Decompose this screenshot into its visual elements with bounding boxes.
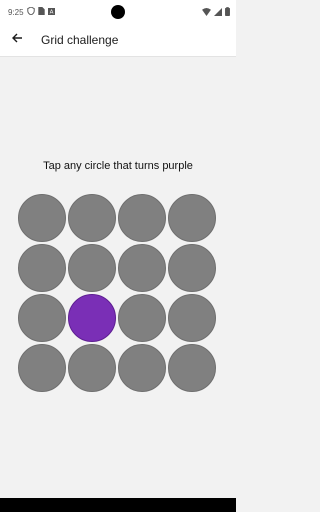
back-button[interactable]: [2, 24, 32, 57]
grid-circle[interactable]: [118, 244, 166, 292]
wifi-icon: [202, 7, 211, 18]
arrow-back-icon: [11, 31, 23, 49]
shield-icon: [26, 6, 35, 17]
instruction-text: Tap any circle that turns purple: [43, 160, 193, 172]
grid-circle[interactable]: [18, 344, 66, 392]
grid-circle[interactable]: [168, 294, 216, 342]
battery-icon: [225, 7, 230, 18]
app-bar: Grid challenge: [0, 24, 236, 57]
signal-icon: [214, 7, 222, 18]
grid-circle[interactable]: [118, 344, 166, 392]
grid-circle[interactable]: [18, 244, 66, 292]
sim-icon: [37, 7, 45, 17]
circle-grid: [18, 194, 218, 394]
page-title: Grid challenge: [41, 33, 119, 47]
grid-circle[interactable]: [168, 344, 216, 392]
navigation-bar: [0, 498, 236, 512]
grid-circle[interactable]: [168, 244, 216, 292]
a-icon: A: [47, 7, 55, 17]
grid-circle[interactable]: [118, 194, 166, 242]
grid-circle[interactable]: [68, 194, 116, 242]
status-bar: 9:25 A: [0, 0, 236, 24]
grid-circle[interactable]: [68, 344, 116, 392]
camera-cutout: [111, 5, 125, 19]
grid-circle[interactable]: [18, 294, 66, 342]
grid-circle[interactable]: [118, 294, 166, 342]
grid-circle[interactable]: [18, 194, 66, 242]
grid-circle[interactable]: [68, 244, 116, 292]
grid-circle[interactable]: [168, 194, 216, 242]
status-time: 9:25: [8, 7, 24, 17]
grid-circle-purple[interactable]: [68, 294, 116, 342]
svg-text:A: A: [49, 9, 53, 14]
